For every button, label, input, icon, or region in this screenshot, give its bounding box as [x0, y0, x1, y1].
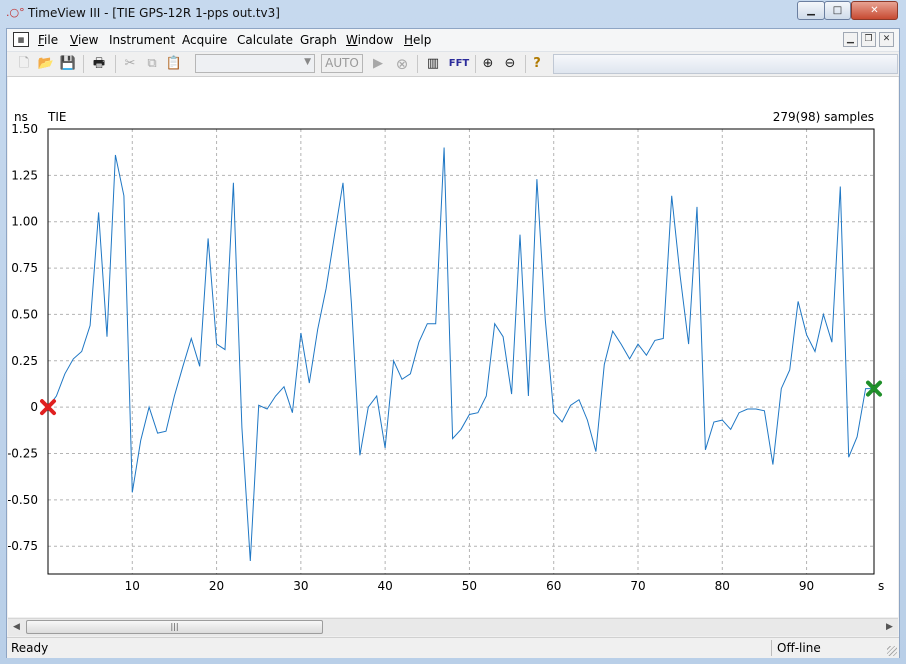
y-axis-unit-label: ns	[14, 110, 28, 124]
histogram-icon[interactable]: ▥	[423, 55, 443, 73]
chart-title: TIE	[47, 110, 66, 124]
copy-icon[interactable]: ⧉	[143, 55, 161, 73]
document-system-menu-icon[interactable]: ▦	[13, 32, 29, 47]
menu-calculate[interactable]: Calculate	[237, 33, 293, 47]
x-axis-ticks: 10 20 30 40 50 60 70 80 90	[125, 579, 815, 593]
fft-icon[interactable]: FFT	[447, 55, 471, 73]
chart-grid	[48, 129, 874, 574]
x-tick-label: 60	[546, 579, 561, 593]
close-button[interactable]: ✕	[851, 1, 898, 20]
mdi-restore-button[interactable]: ❐	[861, 32, 876, 47]
y-axis-ticks: 1.50 1.25 1.00 0.75 0.50 0.25 0 -0.25 -0.50 -0.75	[8, 122, 38, 553]
minimize-icon: ▁	[807, 5, 815, 16]
menu-window[interactable]: Window	[346, 33, 393, 47]
y-tick-label: 0.75	[11, 261, 38, 275]
menu-acquire[interactable]: Acquire	[182, 33, 227, 47]
cut-icon[interactable]: ✂	[121, 55, 139, 73]
new-document-icon[interactable]: 🗋	[15, 55, 33, 73]
y-tick-label: 0	[30, 400, 38, 414]
y-tick-label: 1.00	[11, 215, 38, 229]
scroll-right-icon[interactable]: ▶	[881, 619, 898, 636]
timeview-app-icon[interactable]: .○°	[6, 6, 25, 20]
scroll-thumb[interactable]: |||	[26, 620, 323, 634]
title-bar[interactable]: .○° TimeView III - [TIE GPS-12R 1-pps ou…	[0, 0, 906, 28]
run-icon[interactable]: ▶	[369, 55, 387, 73]
resize-grip[interactable]	[887, 646, 897, 656]
toolbar-separator	[115, 55, 116, 73]
paste-icon[interactable]: 📋	[165, 55, 183, 73]
mdi-close-button[interactable]: ✕	[879, 32, 894, 47]
close-icon: ✕	[870, 5, 879, 16]
toolbar-separator	[475, 55, 476, 73]
plot-window[interactable]: 1.50 1.25 1.00 0.75 0.50 0.25 0 -0.25 -0.50 -0.75…	[8, 77, 898, 617]
x-tick-label: 80	[715, 579, 730, 593]
x-tick-label: 30	[293, 579, 308, 593]
menu-window-mnemonic: W	[346, 33, 358, 47]
maximize-button[interactable]: □	[824, 1, 851, 20]
status-text: Ready	[11, 641, 49, 655]
y-tick-label: 1.25	[11, 168, 38, 182]
help-icon[interactable]: ?	[529, 55, 545, 73]
x-tick-label: 50	[462, 579, 477, 593]
menu-graph[interactable]: Graph	[300, 33, 337, 47]
horizontal-scrollbar[interactable]: ◀ ||| ▶	[8, 618, 898, 636]
y-tick-label: -0.50	[8, 493, 38, 507]
save-icon[interactable]: 💾	[59, 55, 77, 73]
menu-view-label: iew	[77, 33, 99, 47]
mdi-minimize-button[interactable]: ▁	[843, 32, 858, 47]
menu-instrument[interactable]: Instrument	[109, 33, 175, 47]
open-folder-icon[interactable]: 📂	[37, 55, 55, 73]
stop-icon[interactable]: ⊗	[393, 55, 411, 73]
chevron-down-icon: ▼	[304, 57, 311, 67]
auto-button[interactable]: AUTO	[321, 54, 363, 73]
toolbar: 🗋 📂 💾 🖶 ✂ ⧉ 📋 ▼ AUTO ▶ ⊗ ▥ FFT ⊕ ⊖ ?	[7, 52, 899, 77]
sample-count: 279(98) samples	[773, 110, 874, 124]
y-tick-label: 0.50	[11, 307, 38, 321]
menu-bar: ▦ File View Instrument Acquire Calculate…	[7, 29, 899, 52]
scroll-left-icon[interactable]: ◀	[8, 619, 25, 636]
y-tick-label: -0.25	[8, 446, 38, 460]
x-tick-label: 90	[799, 579, 814, 593]
menu-help[interactable]: Help	[404, 33, 431, 47]
menu-view[interactable]: View	[70, 33, 98, 47]
toolbar-separator	[83, 55, 84, 73]
window-title: TimeView III - [TIE GPS-12R 1-pps out.tv…	[28, 6, 280, 20]
menu-help-mnemonic: H	[404, 33, 414, 47]
toolbar-separator	[525, 55, 526, 73]
maximize-icon: □	[832, 5, 843, 16]
x-tick-label: 70	[630, 579, 645, 593]
plot-area-frame	[47, 128, 875, 575]
tie-series-line	[47, 147, 874, 562]
tie-chart[interactable]: 1.50 1.25 1.00 0.75 0.50 0.25 0 -0.25 -0.50 -0.75…	[8, 77, 898, 617]
print-icon[interactable]: 🖶	[89, 55, 109, 73]
application-window: .○° TimeView III - [TIE GPS-12R 1-pps ou…	[0, 0, 906, 664]
status-divider	[771, 640, 772, 656]
connection-status: Off-line	[777, 641, 821, 655]
instrument-combo[interactable]: ▼	[195, 54, 315, 73]
x-tick-label: 20	[209, 579, 224, 593]
toolbar-separator	[417, 55, 418, 73]
x-tick-label: 40	[378, 579, 393, 593]
status-bar: Ready Off-line	[7, 637, 899, 658]
menu-help-label: elp	[413, 33, 432, 47]
y-tick-label: 0.25	[11, 354, 38, 368]
x-axis-unit-label: s	[878, 579, 884, 593]
minimize-button[interactable]: ▁	[797, 1, 825, 20]
toolbar-empty-band	[553, 54, 898, 74]
menu-file[interactable]: File	[38, 33, 58, 47]
menu-file-label: ile	[44, 33, 59, 47]
x-tick-label: 10	[125, 579, 140, 593]
zoom-in-icon[interactable]: ⊕	[479, 55, 497, 73]
y-tick-label: 1.50	[11, 122, 38, 136]
y-tick-label: -0.75	[8, 539, 38, 553]
client-area: ▦ File View Instrument Acquire Calculate…	[6, 28, 900, 658]
menu-window-label: indow	[357, 33, 394, 47]
zoom-out-icon[interactable]: ⊖	[501, 55, 519, 73]
menu-view-mnemonic: V	[70, 33, 78, 47]
